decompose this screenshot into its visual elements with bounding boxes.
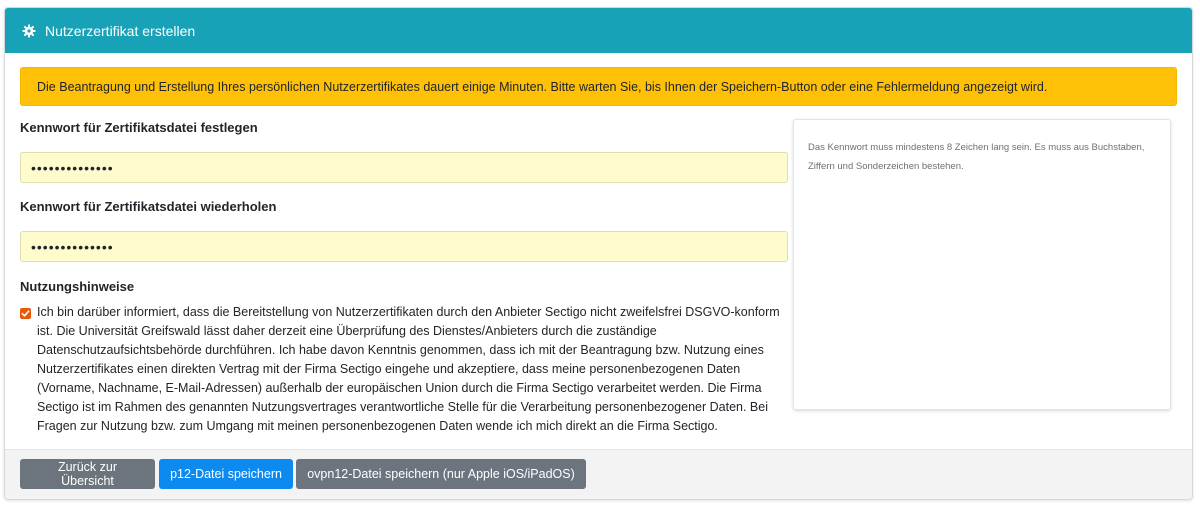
check-icon bbox=[21, 310, 30, 317]
card-footer: Zurück zur Übersicht p12-Datei speichern… bbox=[5, 449, 1192, 499]
card-title: Nutzerzertifikat erstellen bbox=[45, 22, 196, 39]
gear-icon bbox=[22, 24, 36, 38]
password-repeat-label: Kennwort für Zertifikatsdatei wiederhole… bbox=[20, 199, 277, 214]
usage-heading: Nutzungshinweise bbox=[20, 279, 135, 294]
consent-text: Ich bin darüber informiert, dass die Ber… bbox=[37, 305, 780, 433]
consent-checkbox[interactable] bbox=[20, 308, 31, 319]
save-ovpn12-button[interactable]: ovpn12-Datei speichern (nur Apple iOS/iP… bbox=[296, 459, 586, 489]
password-label: Kennwort für Zertifikatsdatei festlegen bbox=[20, 120, 258, 135]
consent-row: Ich bin darüber informiert, dass die Ber… bbox=[20, 303, 788, 436]
password-input[interactable] bbox=[20, 152, 788, 183]
info-alert: Die Beantragung und Erstellung Ihres per… bbox=[20, 67, 1177, 106]
save-p12-button[interactable]: p12-Datei speichern bbox=[159, 459, 293, 489]
certificate-card: Nutzerzertifikat erstellen Die Beantragu… bbox=[4, 7, 1193, 500]
back-button[interactable]: Zurück zur Übersicht bbox=[20, 459, 155, 489]
password-form: Kennwort für Zertifikatsdatei festlegen … bbox=[20, 120, 788, 436]
password-help-panel: Das Kennwort muss mindestens 8 Zeichen l… bbox=[793, 119, 1171, 410]
password-repeat-input[interactable] bbox=[20, 231, 788, 262]
card-header: Nutzerzertifikat erstellen bbox=[5, 8, 1192, 53]
